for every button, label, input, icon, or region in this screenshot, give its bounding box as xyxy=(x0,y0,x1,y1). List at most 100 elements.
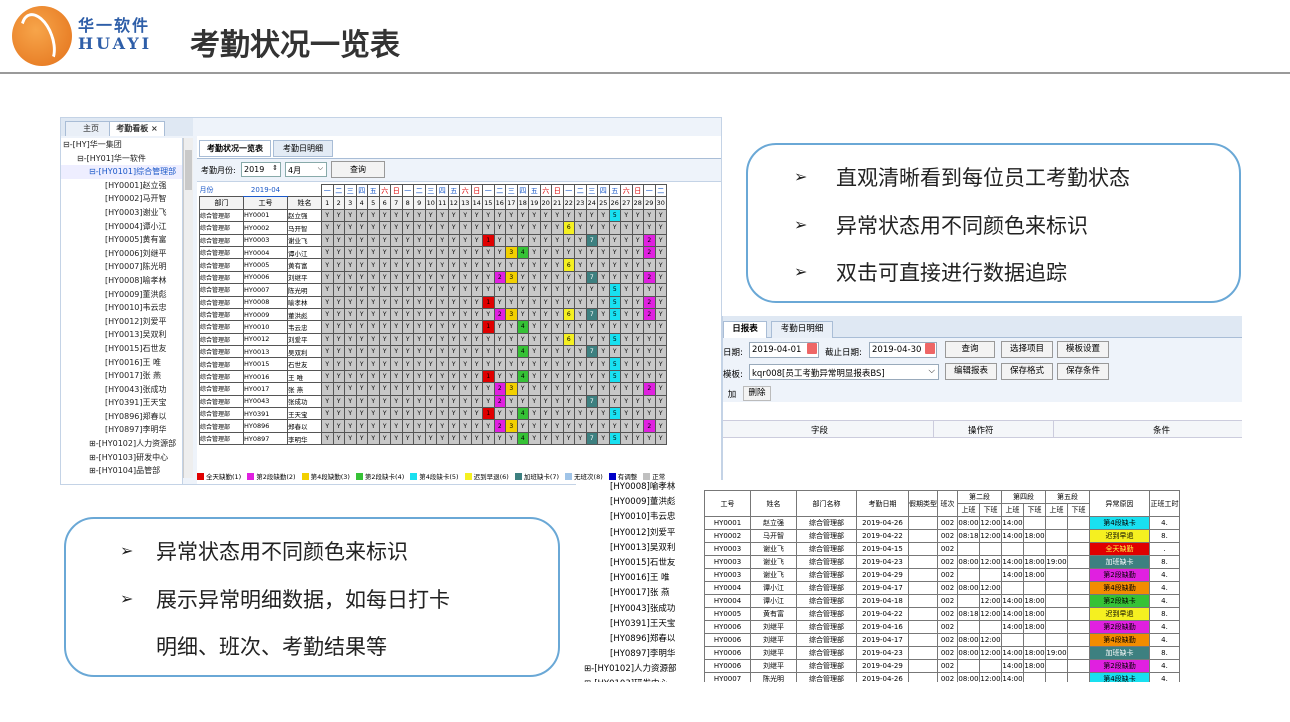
status-cell[interactable]: Y xyxy=(493,332,506,347)
status-cell[interactable]: Y xyxy=(459,345,472,359)
status-cell[interactable]: Y xyxy=(620,369,633,384)
status-cell[interactable]: Y xyxy=(470,283,483,297)
status-cell[interactable]: Y xyxy=(631,394,644,409)
status-cell[interactable]: Y xyxy=(390,233,403,247)
status-cell[interactable]: Y xyxy=(390,283,403,297)
status-cell[interactable]: Y xyxy=(574,208,587,223)
status-cell[interactable]: Y xyxy=(332,307,345,322)
status-cell[interactable]: Y xyxy=(470,431,483,446)
status-cell[interactable]: 7 xyxy=(585,345,598,359)
status-cell[interactable]: Y xyxy=(447,245,460,260)
status-cell[interactable]: Y xyxy=(585,283,598,297)
status-cell[interactable]: Y xyxy=(482,208,495,223)
status-cell[interactable]: Y xyxy=(643,208,656,223)
reason-cell[interactable]: 加班缺卡 xyxy=(1089,646,1150,660)
status-cell[interactable]: Y xyxy=(332,208,345,223)
status-cell[interactable]: Y xyxy=(654,258,667,272)
status-cell[interactable]: Y xyxy=(505,407,518,421)
status-cell[interactable]: Y xyxy=(620,307,633,322)
status-cell[interactable]: Y xyxy=(401,345,414,359)
status-cell[interactable]: Y xyxy=(424,221,437,235)
status-cell[interactable]: 3 xyxy=(505,419,518,433)
status-cell[interactable]: 2 xyxy=(493,270,506,285)
status-cell[interactable]: Y xyxy=(332,270,345,285)
status-cell[interactable]: Y xyxy=(551,320,564,334)
status-cell[interactable]: Y xyxy=(390,270,403,285)
status-cell[interactable]: Y xyxy=(562,270,575,285)
status-cell[interactable]: Y xyxy=(482,345,495,359)
status-cell[interactable]: Y xyxy=(597,394,610,409)
status-cell[interactable]: Y xyxy=(528,407,541,421)
status-cell[interactable]: Y xyxy=(631,431,644,446)
status-cell[interactable]: Y xyxy=(654,431,667,446)
status-cell[interactable]: Y xyxy=(585,208,598,223)
status-cell[interactable]: Y xyxy=(321,382,334,396)
status-cell[interactable]: 2 xyxy=(643,233,656,247)
status-cell[interactable]: Y xyxy=(551,208,564,223)
tree-node[interactable]: [HY0006]刘继平 xyxy=(61,247,182,261)
status-cell[interactable]: Y xyxy=(447,332,460,347)
tree-node[interactable]: [HY0896]郑春以 xyxy=(576,632,706,647)
status-cell[interactable]: 2 xyxy=(643,295,656,309)
tab-daily-report[interactable]: 日报表 xyxy=(723,321,767,338)
status-cell[interactable]: Y xyxy=(631,307,644,322)
tab-attendance-overview[interactable]: 考勤状况一览表 xyxy=(199,140,271,157)
status-cell[interactable]: Y xyxy=(620,295,633,309)
status-cell[interactable]: Y xyxy=(574,345,587,359)
status-cell[interactable]: Y xyxy=(470,233,483,247)
status-cell[interactable]: Y xyxy=(597,258,610,272)
status-cell[interactable]: Y xyxy=(574,233,587,247)
status-cell[interactable]: Y xyxy=(401,208,414,223)
status-cell[interactable]: 6 xyxy=(562,221,575,235)
status-cell[interactable]: 2 xyxy=(493,394,506,409)
status-cell[interactable]: Y xyxy=(378,221,391,235)
status-cell[interactable]: Y xyxy=(620,283,633,297)
tree-node[interactable]: ⊟-[HY01]华一软件 xyxy=(61,152,182,166)
status-cell[interactable]: Y xyxy=(459,369,472,384)
status-cell[interactable]: Y xyxy=(401,394,414,409)
status-cell[interactable]: Y xyxy=(344,208,357,223)
status-cell[interactable]: Y xyxy=(447,208,460,223)
status-cell[interactable]: Y xyxy=(551,345,564,359)
status-cell[interactable]: Y xyxy=(401,332,414,347)
employee-row[interactable]: 综合管理部 HY0005 黄有富 Y Y Y Y Y Y Y Y Y Y Y Y Y Y Y Y Y Y Y Y Y 6 Y Y Y Y… xyxy=(199,258,667,272)
status-cell[interactable]: Y xyxy=(654,332,667,347)
status-cell[interactable]: Y xyxy=(436,382,449,396)
table-row[interactable]: HY0004 谭小江 综合管理部 2019-04-18 002 12:00 14:00 18:… xyxy=(704,594,1180,608)
status-cell[interactable]: Y xyxy=(321,394,334,409)
status-cell[interactable]: Y xyxy=(597,208,610,223)
tree-node[interactable]: [HY0003]谢业飞 xyxy=(61,206,182,220)
status-cell[interactable]: Y xyxy=(413,295,426,309)
status-cell[interactable]: Y xyxy=(447,221,460,235)
status-cell[interactable]: Y xyxy=(562,345,575,359)
status-cell[interactable]: Y xyxy=(654,369,667,384)
status-cell[interactable]: Y xyxy=(367,258,380,272)
status-cell[interactable]: Y xyxy=(332,332,345,347)
status-cell[interactable]: Y xyxy=(574,419,587,433)
status-cell[interactable]: Y xyxy=(413,283,426,297)
status-cell[interactable]: Y xyxy=(493,345,506,359)
status-cell[interactable]: Y xyxy=(574,332,587,347)
status-cell[interactable]: 1 xyxy=(482,233,495,247)
status-cell[interactable]: Y xyxy=(539,419,552,433)
status-cell[interactable]: Y xyxy=(424,431,437,446)
status-cell[interactable]: Y xyxy=(654,283,667,297)
table-row[interactable]: HY0006 刘继平 综合管理部 2019-04-16 002 14:00 18:00 第2段… xyxy=(704,620,1180,634)
status-cell[interactable]: Y xyxy=(482,431,495,446)
status-cell[interactable]: Y xyxy=(585,258,598,272)
table-row[interactable]: HY0001 赵立强 综合管理部 2019-04-26 002 08:00 12:00 14:… xyxy=(704,516,1180,530)
status-cell[interactable]: Y xyxy=(401,221,414,235)
status-cell[interactable]: Y xyxy=(551,332,564,347)
status-cell[interactable]: Y xyxy=(424,270,437,285)
status-cell[interactable]: 5 xyxy=(608,208,621,223)
status-cell[interactable]: Y xyxy=(470,407,483,421)
status-cell[interactable]: Y xyxy=(631,221,644,235)
status-cell[interactable]: Y xyxy=(539,245,552,260)
status-cell[interactable]: Y xyxy=(447,283,460,297)
status-cell[interactable]: Y xyxy=(355,332,368,347)
status-cell[interactable]: Y xyxy=(436,283,449,297)
status-cell[interactable]: Y xyxy=(654,245,667,260)
status-cell[interactable]: Y xyxy=(597,332,610,347)
status-cell[interactable]: Y xyxy=(321,320,334,334)
status-cell[interactable]: Y xyxy=(562,295,575,309)
